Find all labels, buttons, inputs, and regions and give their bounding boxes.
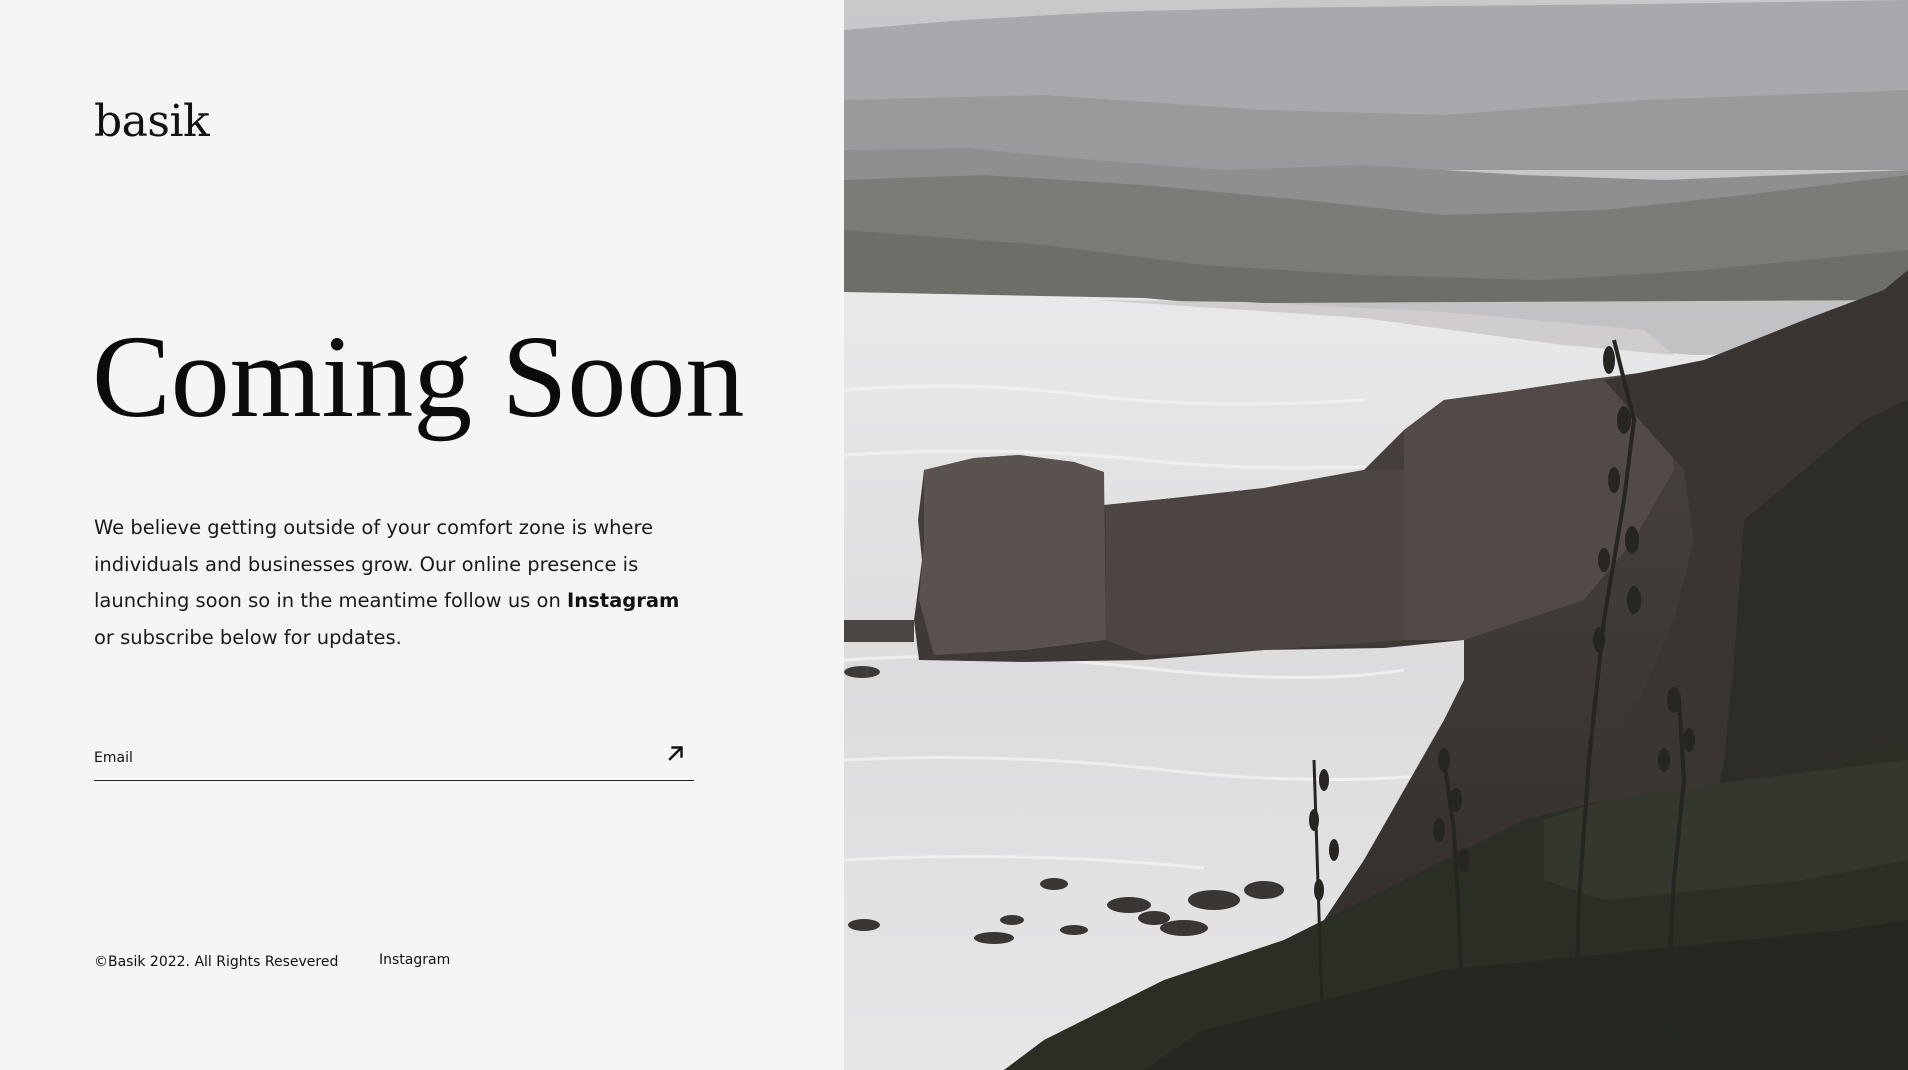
intro-paragraph: We believe getting outside of your comfo… [94, 510, 694, 656]
coming-soon-page: basik Coming Soon We believe getting out… [0, 0, 1908, 1070]
email-input[interactable] [94, 742, 634, 774]
footer-instagram-link[interactable]: Instagram [379, 952, 450, 968]
intro-text-after: or subscribe below for updates. [94, 625, 402, 649]
content-panel: basik Coming Soon We believe getting out… [0, 0, 844, 1070]
intro-instagram-link[interactable]: Instagram [567, 589, 679, 612]
coastal-cliffs-image [844, 0, 1908, 1070]
page-title: Coming Soon [92, 311, 745, 442]
arrow-up-right-icon [666, 743, 686, 766]
brand-logo[interactable]: basik [94, 96, 210, 147]
subscribe-form [94, 736, 694, 781]
subscribe-submit-button[interactable] [658, 736, 694, 772]
copyright-text: ©Basik 2022. All Rights Resevered [94, 954, 339, 970]
hero-photo [844, 0, 1908, 1070]
